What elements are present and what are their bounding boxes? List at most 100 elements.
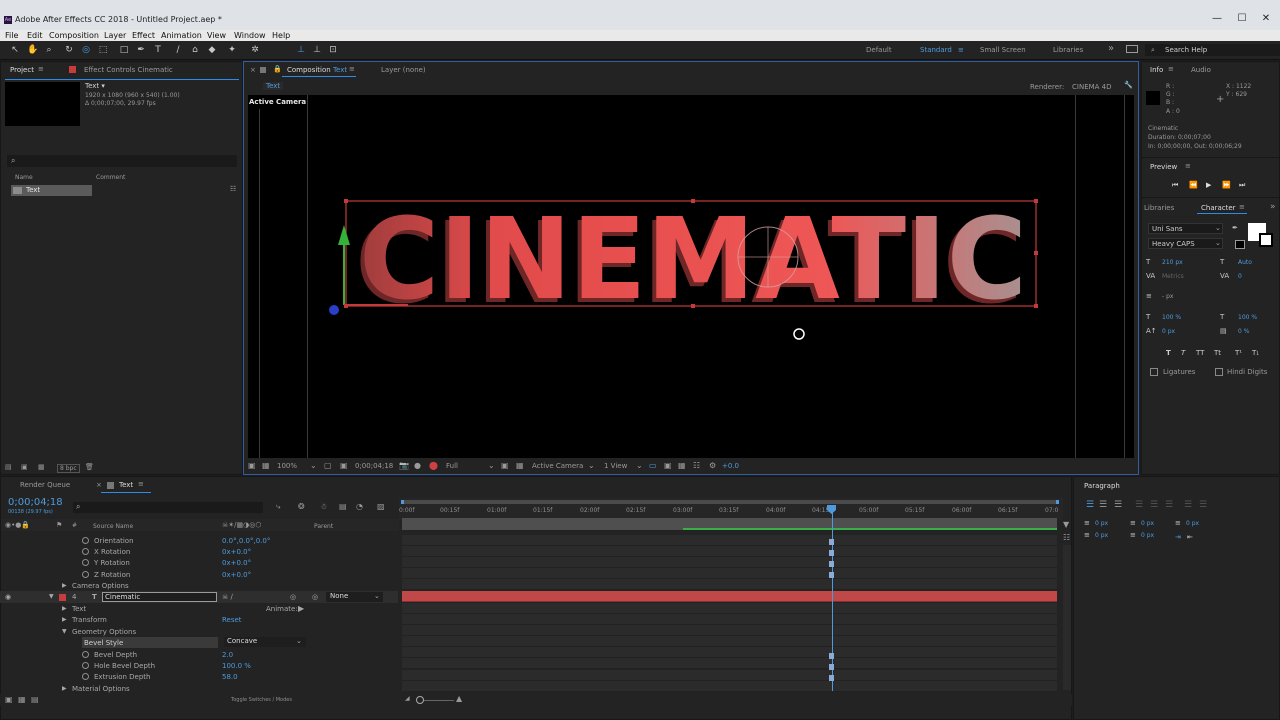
space-after-value[interactable]: 0 px — [1141, 532, 1154, 539]
leading-value[interactable]: Auto — [1238, 259, 1252, 266]
keyframe[interactable] — [829, 675, 834, 681]
panel-menu-icon[interactable]: ≡ — [1185, 162, 1191, 170]
subscript-button[interactable]: T₁ — [1252, 349, 1259, 357]
new-composition-icon[interactable]: ▦ — [38, 463, 45, 471]
lock-icon[interactable]: 🔒 — [273, 65, 282, 73]
twirl-down-icon[interactable]: ▼ — [62, 628, 67, 635]
puppet-tool-icon[interactable]: ✲ — [250, 45, 260, 55]
panel-menu-icon[interactable]: ≡ — [1239, 203, 1245, 211]
new-folder-icon[interactable]: ▣ — [21, 463, 28, 471]
menu-window[interactable]: Window — [234, 30, 266, 41]
work-area-bar[interactable] — [401, 500, 1059, 504]
column-comment[interactable]: Comment — [96, 174, 125, 181]
rotate-tool-icon[interactable]: ↻ — [64, 45, 74, 55]
view-layout-dropdown[interactable]: 1 View — [604, 462, 627, 470]
font-size-value[interactable]: 210 px — [1162, 259, 1183, 266]
kerning-value[interactable]: Metrics — [1162, 273, 1184, 280]
timeline-icon[interactable]: ▦ — [678, 461, 686, 470]
maximize-button[interactable]: ☐ — [1236, 14, 1248, 24]
stopwatch-icon[interactable] — [82, 673, 89, 680]
prop-orientation-value[interactable]: 0.0°,0.0°,0.0° — [222, 537, 270, 545]
zoom-dropdown[interactable]: 100% — [277, 462, 297, 470]
stroke-width-value[interactable]: - px — [1162, 293, 1173, 300]
toggle-pixel-aspect-icon[interactable]: ▭ — [649, 461, 657, 470]
handle[interactable] — [691, 199, 695, 203]
stopwatch-icon[interactable] — [82, 559, 89, 566]
show-snapshot-icon[interactable]: ● — [414, 461, 421, 470]
stopwatch-icon[interactable] — [82, 571, 89, 578]
justify-center-icon[interactable]: ☰ — [1150, 500, 1158, 510]
resolution-dropdown[interactable]: Full — [446, 462, 458, 470]
project-row[interactable]: Text — [11, 185, 92, 196]
parent-dropdown[interactable]: None ⌄ — [326, 592, 383, 602]
menu-animation[interactable]: Animation — [161, 30, 202, 41]
indent-right-value[interactable]: 0 px — [1141, 520, 1154, 527]
z-axis-gizmo[interactable] — [329, 305, 339, 315]
axis-local-icon[interactable]: ⊥ — [296, 45, 306, 55]
timecode[interactable]: 0;00;04;18 — [8, 497, 63, 508]
shy-layers-icon[interactable]: ☃ — [320, 502, 327, 511]
composition-viewer[interactable]: Active Camera CINEMATIC CINEMATIC — [248, 95, 1134, 458]
exposure-icon[interactable]: ⚙ — [709, 461, 716, 470]
selection-tool-icon[interactable]: ↖ — [10, 45, 20, 55]
baseline-shift-value[interactable]: 0 px — [1162, 328, 1175, 335]
workspace-menu-icon[interactable]: ≡ — [958, 46, 964, 54]
magnification-icon[interactable]: ▦ — [262, 461, 270, 470]
prop-hole-bevel-depth-value[interactable]: 100.0 % — [222, 662, 251, 670]
workspace-small-screen[interactable]: Small Screen — [980, 46, 1026, 54]
indent-first-value[interactable]: 0 px — [1186, 520, 1199, 527]
handle[interactable] — [691, 304, 695, 308]
align-right-icon[interactable]: ☰ — [1114, 500, 1122, 510]
workspace-default[interactable]: Default — [866, 46, 892, 54]
next-frame-icon[interactable]: ⏩ — [1222, 181, 1231, 189]
keyframe[interactable] — [829, 561, 834, 567]
hand-tool-icon[interactable]: ✋ — [27, 45, 38, 55]
panel-more[interactable]: » — [1270, 202, 1276, 212]
horizontal-scale-value[interactable]: 100 % — [1238, 314, 1257, 321]
roto-brush-tool-icon[interactable]: ✦ — [227, 45, 237, 55]
delete-icon[interactable]: 🗑 — [85, 463, 94, 471]
zoom-in-icon[interactable]: ▲ — [456, 694, 462, 703]
panel-menu-icon[interactable]: ≡ — [349, 65, 355, 73]
animate-button-icon[interactable]: ▶ — [298, 604, 304, 613]
timeline-nav-icon[interactable]: ▼ — [1063, 520, 1069, 529]
search-help-input[interactable]: ⌕ Search Help — [1145, 44, 1280, 56]
hindi-digits-checkbox[interactable] — [1215, 368, 1223, 376]
align-left-icon[interactable]: ☰ — [1086, 500, 1094, 510]
first-frame-icon[interactable]: ⏮ — [1172, 181, 1178, 190]
motion-blur-icon[interactable]: ◔ — [356, 502, 363, 511]
tab-libraries[interactable]: Libraries — [1144, 204, 1174, 212]
menu-composition[interactable]: Composition — [49, 30, 99, 41]
parent-pickwhip-icon[interactable]: ◎ — [312, 593, 318, 601]
safe-zones-icon[interactable]: ▢ — [324, 461, 332, 470]
exposure-value[interactable]: +0.0 — [722, 462, 739, 470]
faux-bold-button[interactable]: T — [1166, 349, 1171, 357]
align-center-icon[interactable]: ☰ — [1099, 500, 1107, 510]
column-name[interactable]: Name — [15, 174, 33, 181]
panel-menu-icon[interactable]: ≡ — [1168, 65, 1174, 73]
tab-info[interactable]: Info — [1150, 66, 1163, 74]
flowchart-icon[interactable]: ☷ — [693, 461, 700, 470]
project-search-input[interactable]: ⌕ — [7, 155, 237, 167]
zoom-out-icon[interactable]: ◢ — [405, 695, 410, 702]
handle[interactable] — [1034, 251, 1038, 255]
wrench-icon[interactable]: 🔧 — [1124, 81, 1133, 89]
color-channels-icon[interactable]: ⬤ — [429, 461, 438, 470]
keyframe[interactable] — [829, 572, 834, 578]
layer-name-field[interactable]: Cinematic — [102, 592, 217, 602]
pan-behind-tool-icon[interactable]: ⬚ — [98, 45, 108, 55]
clone-stamp-tool-icon[interactable]: ⌂ — [190, 45, 200, 55]
justify-right-icon[interactable]: ☰ — [1165, 500, 1173, 510]
layer-switches-icons[interactable]: ☠ ∕ — [222, 593, 233, 601]
label-color-swatch[interactable] — [59, 594, 66, 601]
panel-menu-icon[interactable]: ≡ — [138, 480, 144, 488]
close-button[interactable]: ✕ — [1260, 14, 1272, 24]
tab-effect-controls[interactable]: Effect Controls Cinematic — [84, 66, 173, 74]
twirl-down-icon[interactable]: ▼ — [49, 593, 54, 600]
justify-all-icon[interactable]: ☰ — [1184, 500, 1192, 510]
stroke-color-swatch[interactable] — [1259, 233, 1273, 247]
minimize-button[interactable]: — — [1211, 14, 1223, 24]
prop-x-rotation-value[interactable]: 0x+0.0° — [222, 548, 251, 556]
flowchart-icon[interactable]: ☷ — [230, 185, 236, 193]
interpret-footage-icon[interactable]: ▤ — [5, 463, 12, 471]
